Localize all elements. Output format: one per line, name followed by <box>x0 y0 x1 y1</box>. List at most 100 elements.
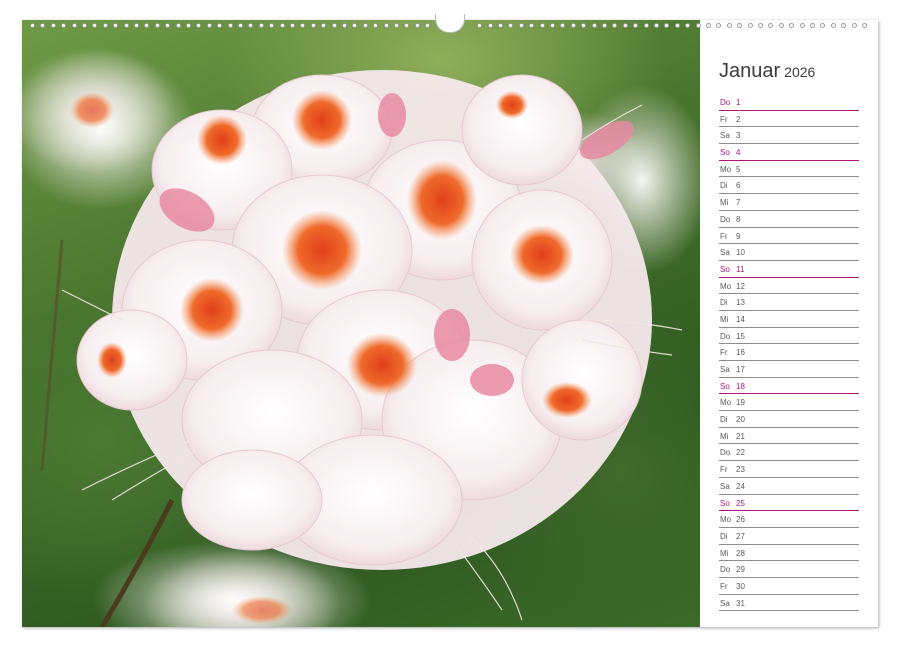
day-number: 4 <box>736 148 740 157</box>
day-number: 8 <box>736 215 740 224</box>
day-row: Mi 28 <box>719 545 859 562</box>
day-number: 28 <box>736 549 745 558</box>
weekday-label: Sa <box>720 482 730 491</box>
day-number: 7 <box>736 198 740 207</box>
weekday-label: So <box>720 382 730 391</box>
day-row: Di 13 <box>719 294 859 311</box>
day-number: 11 <box>736 265 744 274</box>
year-label: 2026 <box>784 64 815 80</box>
weekday-label: Fr <box>720 465 728 474</box>
weekday-label: Sa <box>720 248 730 257</box>
azalea-illustration <box>22 20 700 627</box>
flower-photo <box>22 20 700 627</box>
weekday-label: So <box>720 265 730 274</box>
day-row: Mo 19 <box>719 394 859 411</box>
day-number: 25 <box>736 499 745 508</box>
weekday-label: Mi <box>720 549 728 558</box>
day-row: Sa 24 <box>719 478 859 495</box>
month-label: Januar <box>719 60 780 82</box>
weekday-label: Fr <box>720 582 728 591</box>
weekday-label: Fr <box>720 348 728 357</box>
day-number: 23 <box>736 465 745 474</box>
day-row: Mo 26 <box>719 511 859 528</box>
day-row: Do 15 <box>719 328 859 345</box>
weekday-label: Di <box>720 415 728 424</box>
day-number: 2 <box>736 115 740 124</box>
weekday-label: Mo <box>720 515 731 524</box>
day-number: 3 <box>736 131 740 140</box>
day-row: Mo 5 <box>719 161 859 178</box>
day-number: 10 <box>736 248 745 257</box>
weekday-label: Mo <box>720 165 731 174</box>
day-row: Mo 12 <box>719 278 859 295</box>
day-number: 13 <box>736 298 745 307</box>
day-row: Di 6 <box>719 177 859 194</box>
weekday-label: Di <box>720 532 728 541</box>
day-number: 15 <box>736 332 745 341</box>
day-number: 29 <box>736 565 745 574</box>
day-number: 14 <box>736 315 745 324</box>
weekday-label: Mo <box>720 398 731 407</box>
day-number: 20 <box>736 415 745 424</box>
day-row: Mi 7 <box>719 194 859 211</box>
weekday-label: Mi <box>720 315 728 324</box>
day-row: Di 20 <box>719 411 859 428</box>
day-row: So 11 <box>719 261 859 278</box>
day-row: So 4 <box>719 144 859 161</box>
day-row: Do 29 <box>719 561 859 578</box>
weekday-label: Do <box>720 98 730 107</box>
weekday-label: Do <box>720 332 730 341</box>
weekday-label: Sa <box>720 131 730 140</box>
day-row: So 18 <box>719 378 859 395</box>
day-row: Fr 23 <box>719 461 859 478</box>
day-number: 27 <box>736 532 745 541</box>
day-list: Do 1 Fr 2 Sa 3 So 4 Mo 5 Di 6 Mi 7 Do 8 Fr9 Sa 10 So 11 Mo 12 D… <box>719 94 859 611</box>
month-heading: Januar2026 <box>719 60 815 83</box>
day-row: Do 8 <box>719 211 859 228</box>
day-row: Fr9 <box>719 228 859 245</box>
day-row: Do 1 <box>719 94 859 111</box>
day-number: 24 <box>736 482 745 491</box>
day-number: 30 <box>736 582 745 591</box>
day-number: 22 <box>736 448 745 457</box>
weekday-label: Do <box>720 215 730 224</box>
day-number: 6 <box>736 181 740 190</box>
day-number: 19 <box>736 398 745 407</box>
day-row: Di 27 <box>719 528 859 545</box>
weekday-label: Di <box>720 298 728 307</box>
day-row: Sa 31 <box>719 595 859 612</box>
day-row: Mi 21 <box>719 428 859 445</box>
weekday-label: Do <box>720 448 730 457</box>
day-number: 18 <box>736 382 745 391</box>
day-number: 26 <box>736 515 745 524</box>
day-number: 17 <box>736 365 745 374</box>
weekday-label: Fr <box>720 115 728 124</box>
weekday-label: So <box>720 499 730 508</box>
weekday-label: Sa <box>720 599 730 608</box>
day-row: Fr 2 <box>719 111 859 128</box>
day-number: 21 <box>736 432 745 441</box>
weekday-label: Di <box>720 181 728 190</box>
weekday-label: Fr <box>720 232 728 241</box>
day-number: 31 <box>736 599 745 608</box>
day-row: Sa 3 <box>719 127 859 144</box>
day-row: Fr 30 <box>719 578 859 595</box>
calendar-panel: Januar2026 Do1Fr2Sa3So4Mo5Di6Mi7Do8Fr9Sa… <box>700 20 878 627</box>
day-number: 16 <box>736 348 745 357</box>
day-row: So 25 <box>719 495 859 512</box>
day-number: 1 <box>736 98 740 107</box>
day-number: 5 <box>736 165 740 174</box>
calendar-page: Januar2026 Do1Fr2Sa3So4Mo5Di6Mi7Do8Fr9Sa… <box>22 20 878 627</box>
day-row: Fr 16 <box>719 344 859 361</box>
day-number: 12 <box>736 282 745 291</box>
weekday-label: Do <box>720 565 730 574</box>
weekday-label: Sa <box>720 365 730 374</box>
day-row: Mi 14 <box>719 311 859 328</box>
day-row: Do 22 <box>719 444 859 461</box>
weekday-label: Mo <box>720 282 731 291</box>
day-row: Sa 17 <box>719 361 859 378</box>
day-row: Sa 10 <box>719 244 859 261</box>
weekday-label: So <box>720 148 730 157</box>
weekday-label: Mi <box>720 198 728 207</box>
weekday-label: Mi <box>720 432 728 441</box>
